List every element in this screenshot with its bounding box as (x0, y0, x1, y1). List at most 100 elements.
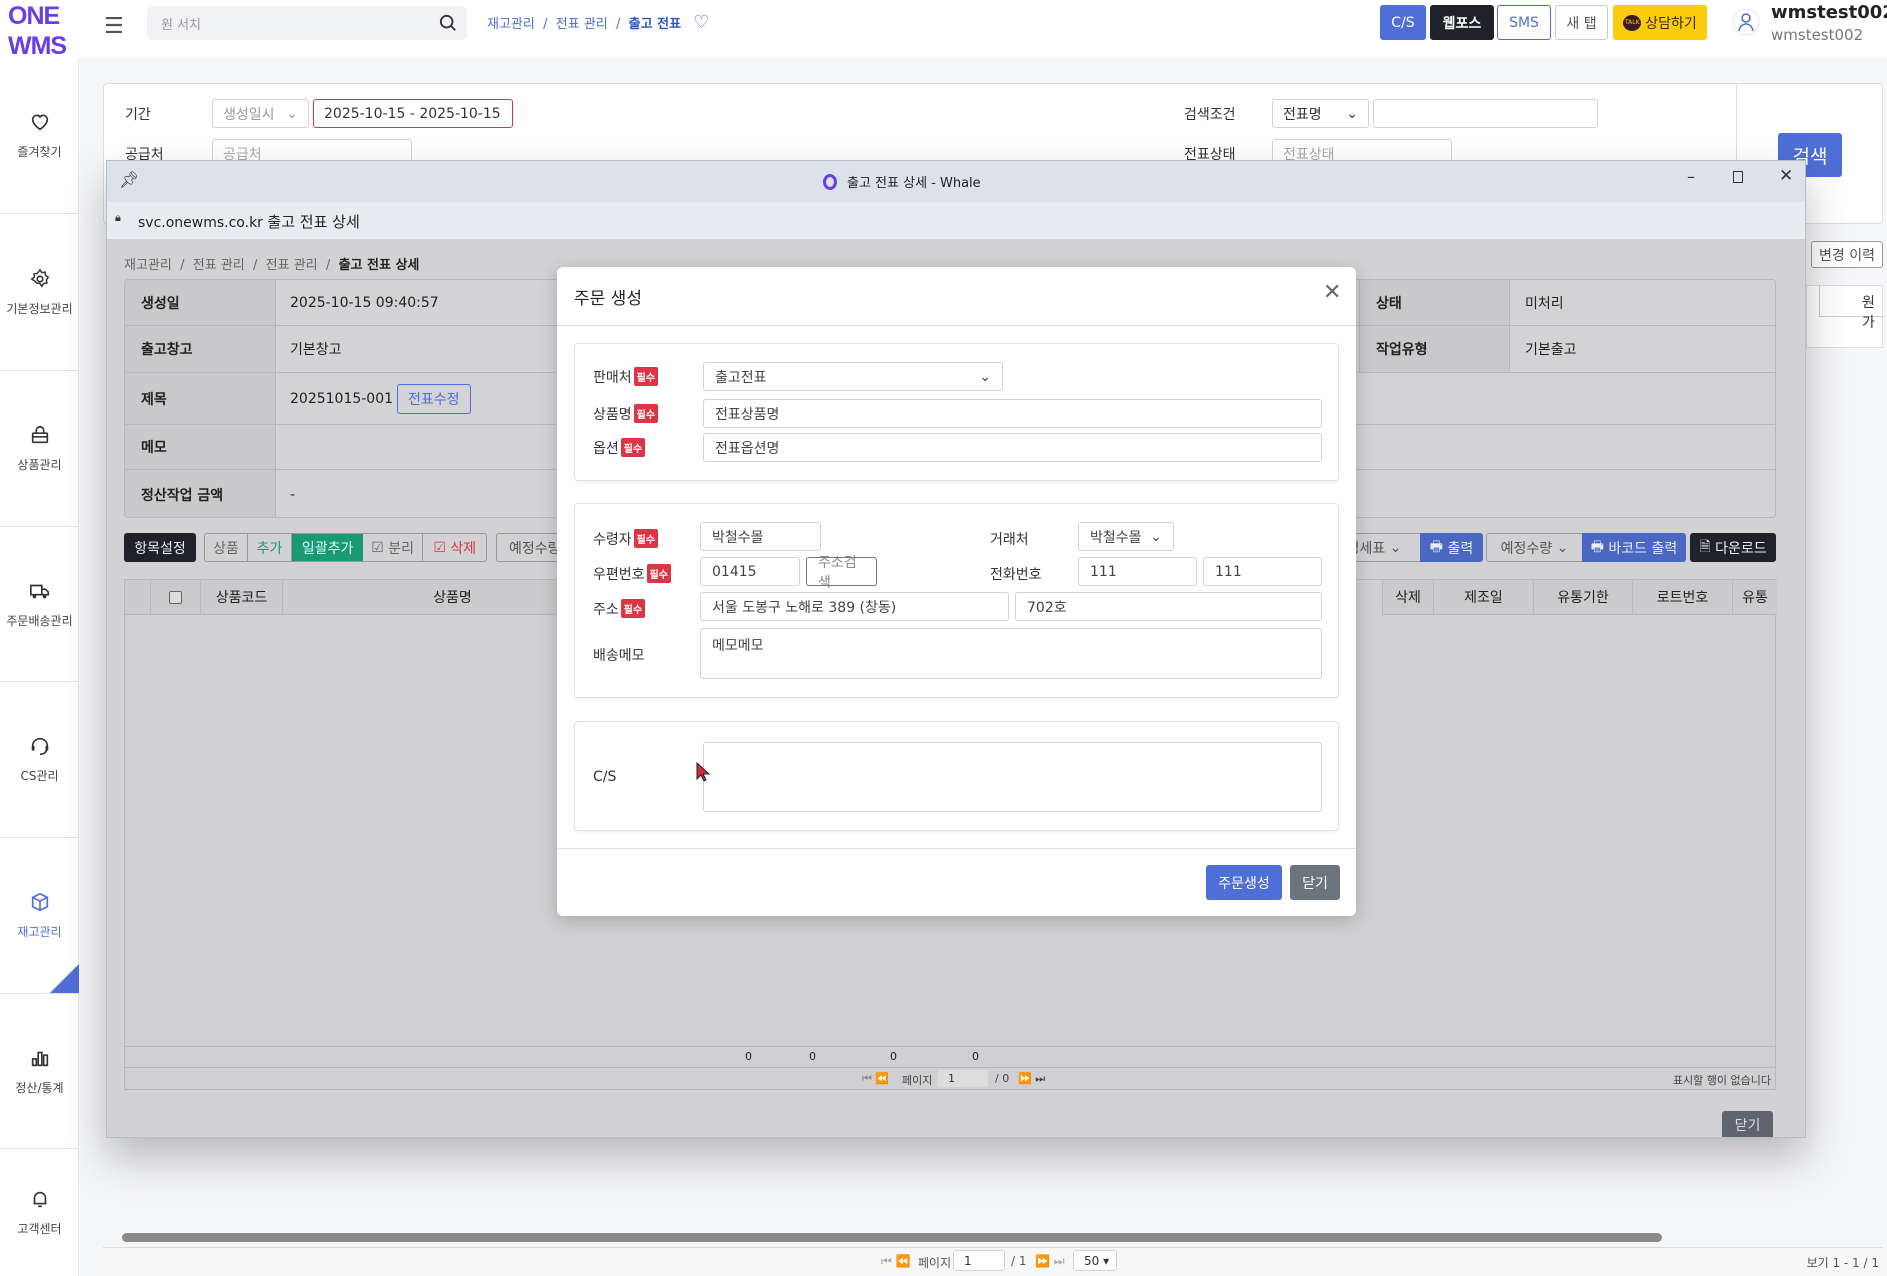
seller-select[interactable]: 출고전표 ⌄ (703, 362, 1003, 391)
column-header-cost: 원가 (1819, 286, 1884, 331)
sidebar-item-products[interactable]: 상품관리 (0, 371, 79, 527)
sidebar-item-inventory[interactable]: 재고관리 (0, 838, 79, 994)
pager-next-last-icon[interactable]: ⏩ ⏭ (1035, 1254, 1065, 1269)
add-button[interactable]: 추가 (248, 534, 293, 561)
user-avatar-icon[interactable] (1732, 8, 1760, 36)
product-label: 상품 (205, 534, 248, 561)
delete-button[interactable]: ☑ 삭제 (423, 534, 486, 561)
column-settings-button[interactable]: 항목설정 (124, 533, 196, 562)
condition-label: 검색조건 (1184, 107, 1236, 123)
sidebar-item-settlement[interactable]: 정산/통계 (0, 994, 79, 1149)
close-window-icon[interactable]: ✕ (1779, 166, 1793, 186)
heart-icon (31, 114, 48, 131)
active-indicator (50, 964, 79, 993)
sidebar-item-favorites[interactable]: 즐겨찾기 (0, 58, 79, 214)
page-size-select[interactable]: 50 ▾ (1073, 1250, 1117, 1271)
barcode-print-button[interactable]: 🖶︎ 바코드 출력 (1582, 533, 1686, 562)
breadcrumb-current: 출고 전표 (628, 17, 682, 32)
sidebar-item-cs[interactable]: CS관리 (0, 682, 79, 838)
title-value: 20251015-001 (290, 390, 394, 407)
popup-close-button[interactable]: 닫기 (1722, 1111, 1773, 1137)
recipient-input[interactable]: 박철수몰 (700, 522, 821, 551)
favorite-heart-icon[interactable]: ♡ (693, 12, 709, 33)
split-button[interactable]: ☑ 분리 (363, 534, 424, 561)
pager-next-last-icon[interactable]: ⏩ ⏭ (1018, 1072, 1045, 1086)
select-all-checkbox[interactable] (151, 580, 201, 615)
cs-button[interactable]: C/S (1380, 5, 1426, 40)
pin-icon[interactable]: 📌︎ (119, 170, 139, 189)
column-header[interactable]: 상품코드 (201, 580, 283, 615)
column-header[interactable]: 삭제 (1382, 580, 1434, 615)
sidebar: 즐겨찾기 기본정보관리 상품관리 주문배송관리 CS관리 재고관리 정산/통계 … (0, 58, 79, 1276)
partner-select[interactable]: 박철수몰 ⌄ (1078, 522, 1174, 551)
create-order-button[interactable]: 주문생성 (1206, 865, 1282, 900)
scrollbar-thumb[interactable] (122, 1233, 1662, 1242)
column-header[interactable]: 유통기한 (1534, 580, 1633, 615)
box-lock-icon (31, 425, 48, 444)
sidebar-item-basic-info[interactable]: 기본정보관리 (0, 214, 79, 371)
zip-input[interactable]: 01415 (700, 557, 800, 586)
print-button[interactable]: 🖶︎ 출력 (1420, 533, 1483, 562)
delivery-memo-textarea[interactable]: 메모메모 (700, 628, 1322, 679)
main-pager: ⏮ ⏪ 페이지 1 / 1 ⏩ ⏭ 50 ▾ 보기 1 - 1 / 1 (103, 1247, 1883, 1273)
column-header[interactable]: 제조일 (1434, 580, 1534, 615)
bulk-add-button[interactable]: 일괄추가 (292, 534, 363, 561)
phone1-input[interactable]: 111 (1078, 557, 1197, 586)
breadcrumb-item[interactable]: 재고관리 (487, 17, 535, 32)
address-search-button[interactable]: 주소검색 (806, 555, 877, 591)
product-button-group: 상품 추가 일괄추가 ☑ 분리 ☑ 삭제 (204, 533, 487, 562)
planned-qty2-select[interactable]: 예정수량 ⌄ (1486, 533, 1583, 562)
logo[interactable]: ONE WMS (8, 4, 67, 59)
modal-close-button[interactable]: 닫기 (1290, 865, 1340, 900)
popup-titlebar[interactable]: 📌︎ 출고 전표 상세 - Whale – ✕ (107, 161, 1805, 202)
horizontal-scrollbar[interactable] (110, 1232, 1883, 1244)
grid-page-input[interactable]: 1 (937, 1069, 989, 1088)
breadcrumb-item[interactable]: 전표 관리 (556, 17, 608, 32)
column-header[interactable]: 로트번호 (1633, 580, 1733, 615)
pager-first-prev-icon[interactable]: ⏮ ⏪ (881, 1254, 911, 1269)
webpos-button[interactable]: 웹포스 (1430, 5, 1494, 40)
modal-title: 주문 생성 (574, 289, 642, 309)
modal-close-icon[interactable]: ✕ (1323, 280, 1341, 305)
maximize-icon[interactable] (1733, 171, 1743, 183)
minimize-icon[interactable]: – (1687, 167, 1695, 186)
new-tab-button[interactable]: 새 탭 (1555, 5, 1608, 40)
breadcrumb: 재고관리 / 전표 관리 / 출고 전표 ♡ (487, 12, 710, 33)
popup-address-bar[interactable]: 🔒︎ svc.onewms.co.kr 출고 전표 상세 (107, 202, 1805, 239)
option-input[interactable]: 전표옵션명 (703, 433, 1322, 462)
address2-input[interactable]: 702호 (1015, 592, 1322, 621)
top-header: ONE WMS ☰ 원 서치 재고관리 / 전표 관리 / 출고 전표 ♡ C/S… (0, 0, 1887, 59)
truck-icon (29, 584, 49, 598)
kakao-talk-button[interactable]: TALK 상담하기 (1613, 5, 1707, 40)
empty-text: 표시할 행이 없습니다 (1672, 1074, 1771, 1087)
sidebar-item-orders[interactable]: 주문배송관리 (0, 527, 79, 682)
edit-slip-button[interactable]: 전표수정 (397, 383, 471, 414)
bar-chart-icon (31, 1051, 48, 1066)
product-name-input[interactable]: 전표상품명 (703, 399, 1322, 428)
period-label: 기간 (125, 107, 151, 123)
phone2-input[interactable]: 111 (1203, 557, 1322, 586)
popup-breadcrumb: 재고관리 / 전표 관리 / 전표 관리 / 출고 전표 상세 (124, 258, 420, 273)
whale-browser-icon (823, 173, 837, 190)
change-history-button[interactable]: 변경 이력 (1811, 241, 1883, 268)
page-input[interactable]: 1 (953, 1250, 1005, 1271)
cs-textarea[interactable] (703, 742, 1322, 812)
address1-input[interactable]: 서울 도봉구 노해로 389 (창동) (700, 592, 1009, 621)
column-header[interactable]: 유통 (1733, 580, 1777, 615)
background-grid: 원가 (1806, 285, 1884, 348)
chevron-down-icon: ⌄ (286, 105, 298, 122)
period-date-input[interactable]: 2025-10-15 - 2025-10-15 (313, 99, 513, 128)
menu-toggle-icon[interactable]: ☰ (104, 14, 124, 39)
view-count: 보기 1 - 1 / 1 (1806, 1256, 1879, 1270)
period-type-select[interactable]: 생성일시 ⌄ (212, 99, 309, 128)
sidebar-item-support[interactable]: 고객센터 (0, 1149, 79, 1276)
global-search-input[interactable]: 원 서치 (147, 6, 467, 40)
condition-input[interactable] (1373, 99, 1598, 128)
sms-button[interactable]: SMS (1497, 5, 1551, 40)
search-icon[interactable] (439, 14, 457, 32)
recipient-section: 수령자 필수 박철수몰 거래처 박철수몰 ⌄ 우편번호 필수 01415 주소검색 전… (574, 503, 1339, 698)
pager-first-prev-icon[interactable]: ⏮ ⏪ (862, 1072, 889, 1086)
condition-select[interactable]: 전표명 ⌄ (1272, 99, 1369, 128)
download-button[interactable]: 🗎︎ 다운로드 (1690, 533, 1776, 562)
warehouse-value: 기본창고 (290, 342, 342, 358)
